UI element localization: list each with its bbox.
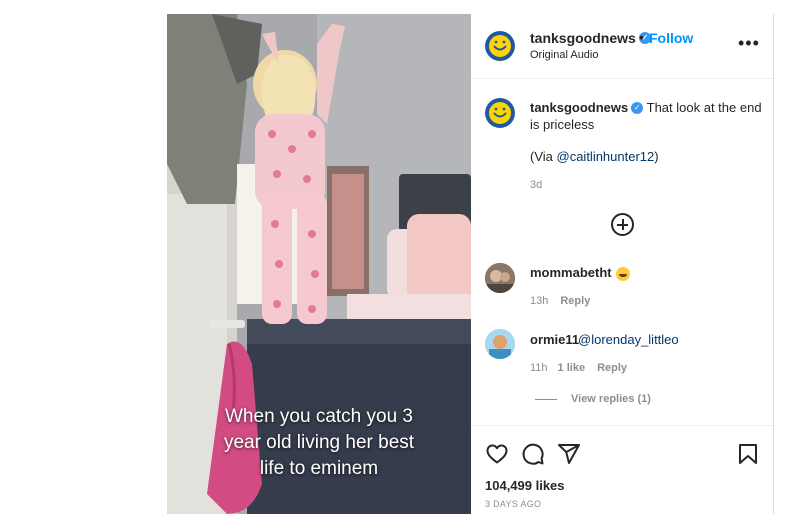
comment-meta: 11h 1 like Reply — [530, 362, 627, 374]
load-more-comments-button[interactable] — [611, 213, 634, 236]
video-player[interactable]: When you catch you 3 year old living her… — [167, 14, 471, 514]
comment-username[interactable]: mommabetht — [530, 265, 630, 281]
post-actions: 104,499 likes 3 DAYS AGO — [471, 425, 773, 515]
smiley-logo-icon — [485, 31, 515, 61]
mention-link[interactable]: @lorenday_littleo — [578, 332, 679, 347]
audio-label[interactable]: Original Audio — [530, 49, 599, 61]
reply-button[interactable]: Reply — [597, 362, 627, 374]
share-icon[interactable] — [557, 442, 581, 466]
heart-icon[interactable] — [485, 442, 509, 466]
post-header: tanksgoodnews ✓ • Follow Original Audio •… — [471, 14, 773, 79]
via-suffix: ) — [654, 149, 659, 164]
divider-line — [535, 398, 557, 400]
caption-line: life to eminem — [259, 458, 379, 479]
via-prefix: (Via — [530, 149, 557, 164]
follow-button[interactable]: Follow — [649, 30, 693, 46]
verified-icon: ✓ — [631, 101, 644, 114]
comment-meta: 13h Reply — [530, 295, 590, 307]
laughing-emoji-icon — [615, 266, 630, 281]
view-replies-label[interactable]: View replies (1) — [571, 393, 651, 405]
comment-username[interactable]: ormie11 — [530, 332, 579, 347]
comment-icon[interactable] — [521, 442, 545, 466]
avatar[interactable] — [485, 329, 515, 359]
user-photo-icon — [485, 263, 515, 293]
post-side-panel: tanksgoodnews ✓ • Follow Original Audio •… — [471, 14, 774, 514]
username-link[interactable]: tanksgoodnews — [530, 30, 636, 46]
avatar[interactable] — [485, 263, 515, 293]
caption-timestamp[interactable]: 3d — [530, 179, 542, 191]
comment-timestamp[interactable]: 11h — [530, 362, 548, 374]
caption-via: (Via @caitlinhunter12) — [530, 149, 659, 164]
view-replies-button[interactable]: View replies (1) — [535, 393, 651, 405]
like-count[interactable]: 104,499 likes — [485, 478, 565, 493]
username-link[interactable]: mommabetht — [530, 265, 612, 280]
post-caption: tanksgoodnews ✓ That look at the end is p… — [530, 99, 762, 133]
bookmark-icon[interactable] — [737, 442, 759, 466]
avatar[interactable] — [485, 98, 515, 128]
mention-link[interactable]: @caitlinhunter12 — [557, 149, 655, 164]
comment-likes[interactable]: 1 like — [558, 362, 586, 374]
more-options-icon[interactable]: ••• — [738, 34, 760, 52]
separator-dot: • — [639, 29, 644, 45]
smiley-logo-icon — [485, 98, 515, 128]
avatar[interactable] — [485, 31, 515, 61]
user-photo-icon — [485, 329, 515, 359]
reply-button[interactable]: Reply — [560, 295, 590, 307]
post-date[interactable]: 3 DAYS AGO — [485, 499, 541, 509]
video-caption: When you catch you 3 year old living her… — [167, 404, 471, 482]
caption-line: year old living her best — [223, 432, 415, 453]
username-link[interactable]: tanksgoodnews — [530, 100, 628, 115]
post-author[interactable]: tanksgoodnews ✓ — [530, 30, 651, 46]
caption-line: When you catch you 3 — [225, 406, 413, 427]
comment-timestamp[interactable]: 13h — [530, 295, 548, 307]
